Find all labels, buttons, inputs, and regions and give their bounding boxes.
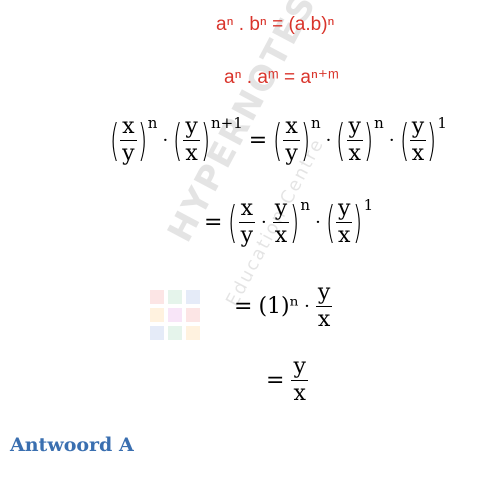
rule-power-of-product: aⁿ . bⁿ = (a.b)ⁿ xyxy=(216,14,335,35)
equation-line-3: = (1)ⁿ · yx xyxy=(234,280,333,332)
equation-line-2: = ( xy · yx ) n · ( yx ) 1 xyxy=(204,195,374,248)
equation-line-1: ( xy ) n · ( yx ) n+1 = ( xy ) n · ( yx … xyxy=(109,113,447,166)
rule-product-of-powers: aⁿ . aᵐ = aⁿ⁺ᵐ xyxy=(224,67,339,88)
answer-label: Antwoord A xyxy=(10,434,134,456)
equation-line-4: = yx xyxy=(266,354,308,406)
